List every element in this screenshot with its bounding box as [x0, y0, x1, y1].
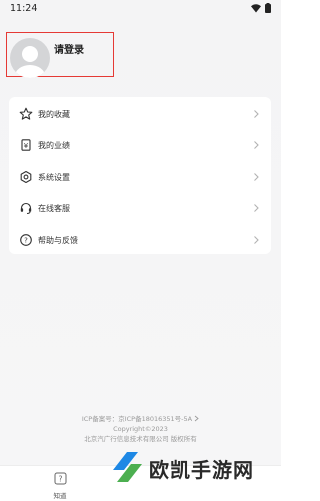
svg-text:¥: ¥ [24, 142, 29, 150]
chevron-right-icon [254, 204, 259, 212]
menu-item-label: 我的业绩 [38, 140, 70, 150]
status-time: 11:24 [10, 2, 38, 14]
svg-text:?: ? [24, 237, 28, 245]
menu-item-label: 系统设置 [38, 172, 70, 182]
performance-icon: ¥ [21, 139, 31, 151]
watermark-text: 欧凯手游网 [149, 458, 254, 482]
menu-item-favorites[interactable]: 我的收藏 [9, 104, 271, 124]
icp-label: ICP备案号： [81, 415, 119, 423]
chevron-right-icon [194, 415, 199, 422]
icp-number: 京ICP备18016351号-5A [118, 415, 193, 423]
svg-text:?: ? [58, 475, 62, 484]
tab-know[interactable]: ? 知道 [46, 470, 74, 500]
tab-label: 知道 [53, 492, 67, 500]
icp-line[interactable]: ICP备案号：京ICP备18016351号-5A [0, 414, 281, 424]
chevron-right-icon [254, 110, 259, 118]
company-text: 北京汽广行信息技术有限公司 版权所有 [84, 435, 197, 443]
status-icons [251, 3, 271, 13]
login-profile-area[interactable]: 请登录 [6, 32, 114, 78]
menu-item-label: 帮助与反馈 [38, 235, 78, 245]
status-bar: 11:24 [0, 0, 281, 16]
wifi-icon [251, 3, 261, 13]
battery-icon [265, 3, 271, 13]
watermark-logo-icon [113, 452, 142, 482]
footer-legal: ICP备案号：京ICP备18016351号-5A Copyright©2023 … [0, 414, 281, 444]
menu-item-label: 在线客服 [38, 203, 70, 213]
chevron-right-icon [254, 141, 259, 149]
menu-card: 我的收藏 ¥ 我的业绩 系统设置 在线客服 ? 帮助与反馈 [9, 97, 271, 254]
star-icon [19, 107, 33, 120]
settings-icon [20, 170, 32, 184]
help-icon: ? [20, 234, 32, 246]
chevron-right-icon [254, 173, 259, 181]
chevron-right-icon [254, 236, 259, 244]
watermark: 欧凯手游网 [105, 444, 275, 488]
question-icon: ? [54, 472, 66, 485]
headset-icon [20, 202, 32, 214]
default-avatar-icon [10, 38, 50, 78]
menu-item-help-feedback[interactable]: ? 帮助与反馈 [9, 230, 271, 250]
copyright-text: Copyright©2023 [113, 425, 168, 433]
menu-item-settings[interactable]: 系统设置 [9, 167, 271, 187]
menu-item-performance[interactable]: ¥ 我的业绩 [9, 135, 271, 155]
login-prompt[interactable]: 请登录 [54, 41, 84, 56]
menu-item-label: 我的收藏 [38, 109, 70, 119]
menu-item-customer-service[interactable]: 在线客服 [9, 198, 271, 218]
